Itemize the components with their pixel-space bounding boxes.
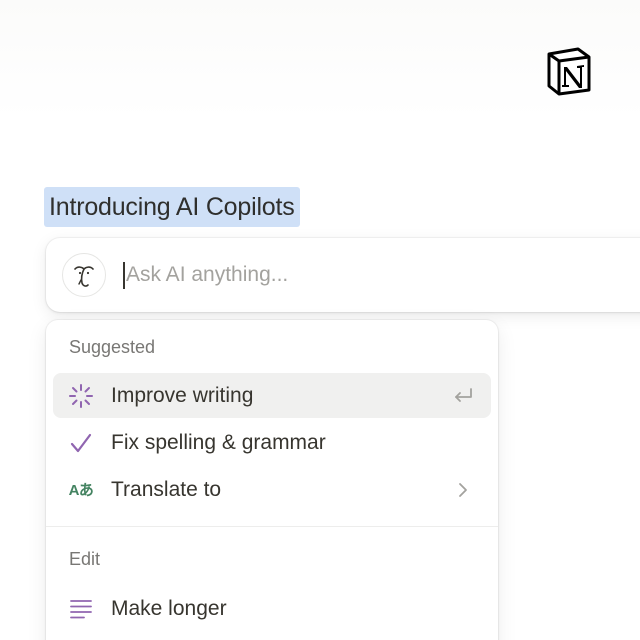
ask-ai-input[interactable] <box>122 260 626 290</box>
page-heading: Introducing AI Copilots <box>49 192 295 221</box>
menu-item-label: Improve writing <box>111 383 254 407</box>
menu-item-label: Make longer <box>111 596 227 620</box>
menu-item-make-longer[interactable]: Make longer <box>53 586 491 631</box>
menu-item-fix-spelling-grammar[interactable]: Fix spelling & grammar <box>53 420 491 465</box>
menu-item-label: Fix spelling & grammar <box>111 430 326 454</box>
chevron-right-icon <box>451 478 475 502</box>
sparkle-icon <box>67 382 95 410</box>
text-caret <box>123 262 125 289</box>
ai-face-icon <box>62 253 106 297</box>
notion-ai-canvas: Introducing AI Copilots Suggested <box>0 0 640 640</box>
translate-icon: Aあ <box>67 476 95 504</box>
checkmark-icon <box>67 429 95 457</box>
lines-icon <box>67 595 95 623</box>
enter-return-icon <box>451 384 475 408</box>
section-label-edit: Edit <box>69 549 101 569</box>
ai-command-menu: Suggested Improve writing Fix spelling &… <box>46 320 498 640</box>
ask-ai-bar <box>46 238 640 312</box>
menu-item-translate-to[interactable]: Aあ Translate to <box>53 467 491 512</box>
menu-item-label: Translate to <box>111 477 222 501</box>
translate-glyph: Aあ <box>68 482 94 499</box>
menu-item-improve-writing[interactable]: Improve writing <box>53 373 491 418</box>
notion-logo-icon <box>545 46 593 96</box>
menu-divider <box>46 526 498 527</box>
section-label-suggested: Suggested <box>69 337 156 357</box>
selected-heading[interactable]: Introducing AI Copilots <box>44 187 300 227</box>
